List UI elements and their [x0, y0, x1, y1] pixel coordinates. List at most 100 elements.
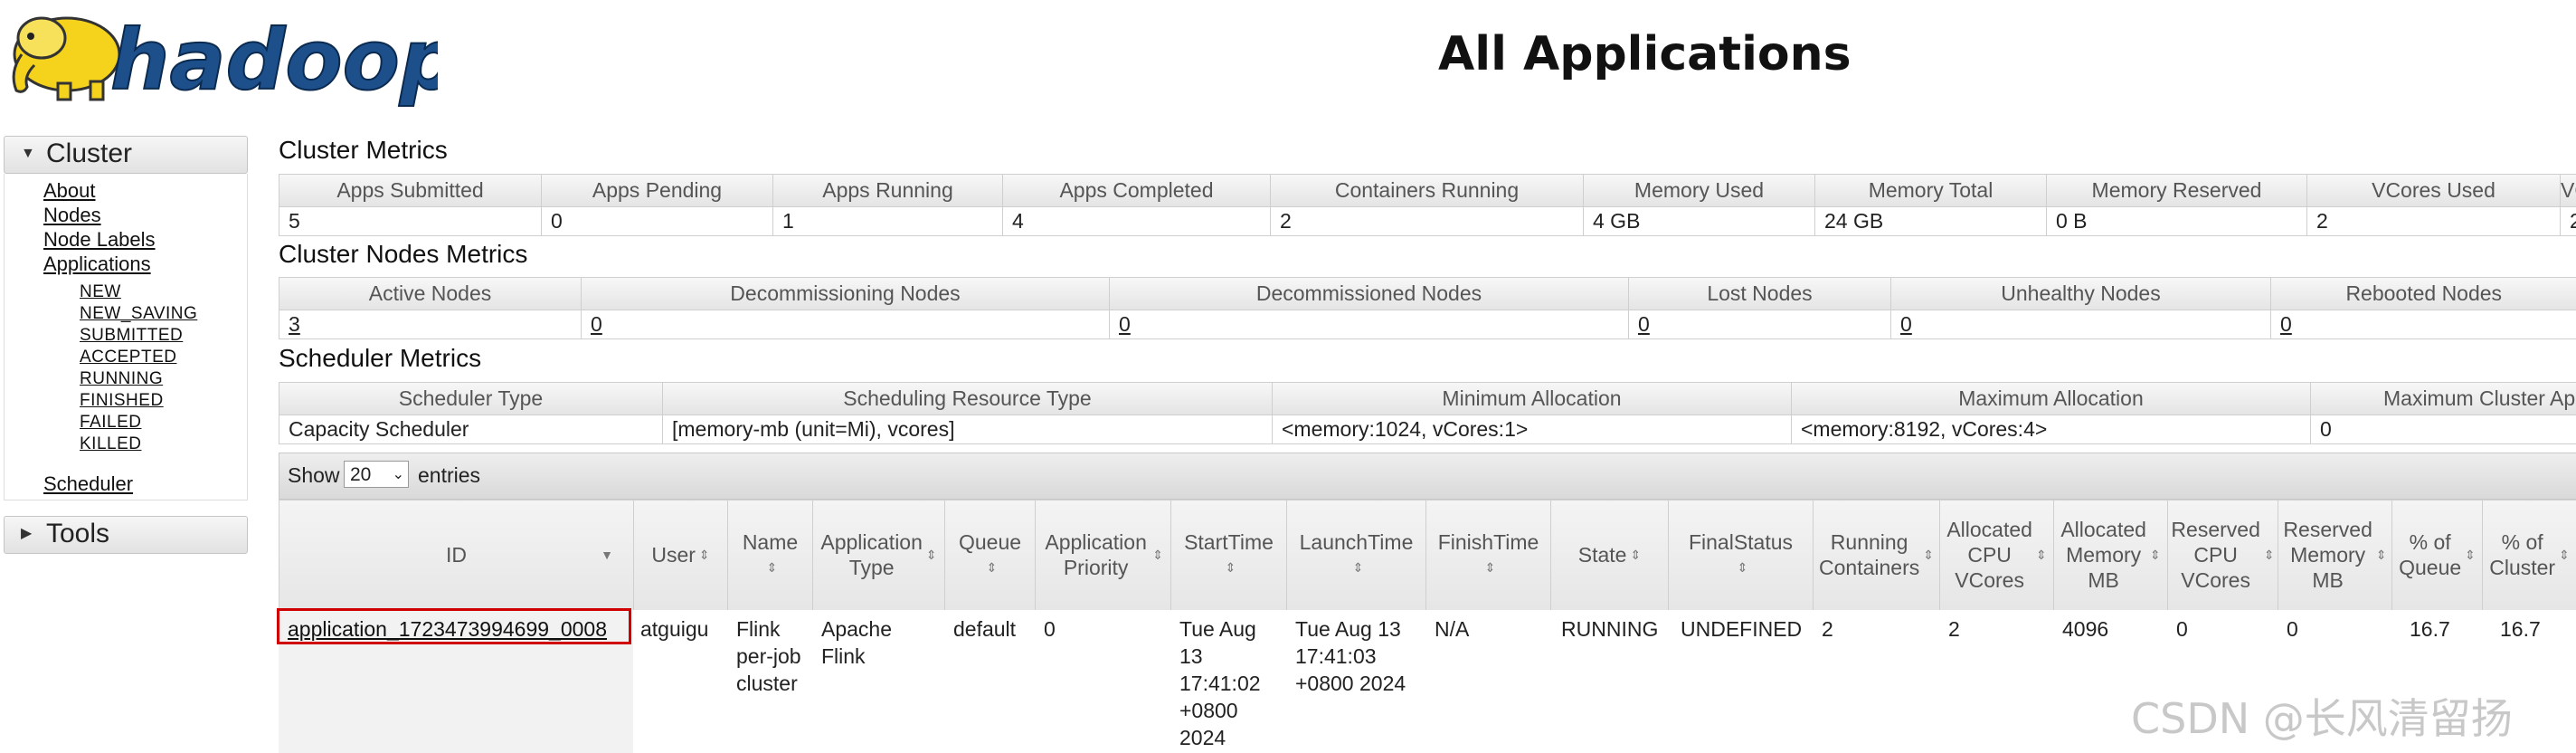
- collapsed-triangle-icon: ▶: [21, 526, 33, 541]
- scheduler-value: Capacity Scheduler: [279, 415, 663, 444]
- metric-header: VCores Used: [2306, 174, 2561, 207]
- col-header-state[interactable]: State ⇕: [1550, 500, 1668, 610]
- app-state-new[interactable]: NEW: [80, 282, 121, 302]
- cluster-metrics-title: Cluster Metrics: [279, 136, 448, 164]
- sort-icon: ⇕: [1225, 560, 1236, 575]
- node-metric-header: Unhealthy Nodes: [1890, 277, 2271, 310]
- metric-value: 4 GB: [1583, 206, 1815, 236]
- col-header-app-type[interactable]: Application Type ⇕: [812, 500, 944, 610]
- cluster-metrics-table: Apps Submitted Apps Pending Apps Running…: [279, 174, 2576, 236]
- metric-header: Memory Reserved: [2046, 174, 2307, 207]
- cell-priority: 0: [1044, 617, 1056, 641]
- app-state-new-saving[interactable]: NEW_SAVING: [80, 304, 197, 324]
- metric-value: 2: [2306, 206, 2561, 236]
- cell-reserved-vcores: 0: [2176, 617, 2188, 641]
- app-state-accepted[interactable]: ACCEPTED: [80, 348, 176, 367]
- sort-icon: ⇕: [1630, 548, 1642, 562]
- col-header-reserved-memory[interactable]: Reserved Memory MB ⇕: [2278, 500, 2391, 610]
- cell-finish-time: N/A: [1435, 617, 1470, 641]
- sidebar-link-nodes[interactable]: Nodes: [43, 204, 101, 227]
- scheduler-value: <memory:1024, vCores:1>: [1272, 415, 1792, 444]
- cell-reserved-memory: 0: [2287, 617, 2298, 641]
- col-header-user[interactable]: User ⇕: [633, 500, 727, 610]
- metric-value: 4: [1002, 206, 1271, 236]
- entries-select[interactable]: 20 ⌄: [344, 461, 409, 488]
- cell-app-type: Apache Flink: [821, 617, 893, 668]
- show-label: Show: [288, 463, 340, 487]
- node-metric-header: Rebooted Nodes: [2270, 277, 2576, 310]
- tools-section-header[interactable]: ▶ Tools: [4, 516, 248, 554]
- sort-icon: ⇕: [1352, 560, 1364, 575]
- col-header-launch-time[interactable]: LaunchTime ⇕: [1286, 500, 1425, 610]
- tools-label: Tools: [46, 519, 110, 548]
- sort-icon: ⇕: [698, 548, 710, 562]
- sort-icon: ⇕: [2465, 548, 2476, 562]
- scheduler-header: Minimum Allocation: [1272, 382, 1792, 415]
- nodes-metrics-title: Cluster Nodes Metrics: [279, 240, 528, 268]
- col-header-reserved-vcores[interactable]: Reserved CPU VCores ⇕: [2167, 500, 2278, 610]
- node-metric-header: Decommissioned Nodes: [1109, 277, 1629, 310]
- node-metric-header: Lost Nodes: [1628, 277, 1891, 310]
- cell-alloc-vcores: 2: [1948, 617, 1960, 641]
- metric-header: Apps Running: [772, 174, 1003, 207]
- cell-launch-time: Tue Aug 13 17:41:03 +0800 2024: [1295, 617, 1406, 695]
- sort-icon: ⇕: [925, 548, 937, 562]
- sort-icon: ⇕: [2149, 548, 2161, 562]
- scheduler-header: Maximum Allocation: [1791, 382, 2311, 415]
- sidebar-link-about[interactable]: About: [43, 179, 96, 203]
- sidebar-link-scheduler[interactable]: Scheduler: [43, 472, 133, 496]
- cell-user: atguigu: [640, 617, 709, 641]
- col-header-pct-queue[interactable]: % of Queue ⇕: [2391, 500, 2482, 610]
- col-header-running-containers[interactable]: Running Containers ⇕: [1813, 500, 1939, 610]
- scheduler-metrics-table: Scheduler Type Scheduling Resource Type …: [279, 382, 2576, 444]
- page-title: All Applications: [1438, 27, 1852, 81]
- node-metric-header: Decommissioning Nodes: [581, 277, 1110, 310]
- cluster-section-header[interactable]: ▼ Cluster: [4, 136, 248, 174]
- nodes-metrics-table: Active Nodes Decommissioning Nodes Decom…: [279, 277, 2576, 339]
- decommissioning-nodes-link[interactable]: 0: [581, 310, 1110, 339]
- sidebar-link-applications[interactable]: Applications: [43, 253, 151, 276]
- scheduler-value: <memory:8192, vCores:4>: [1791, 415, 2311, 444]
- metric-value: 0 B: [2046, 206, 2307, 236]
- application-id-link[interactable]: application_1723473994699_0008: [288, 615, 607, 643]
- sort-icon: ⇕: [2035, 548, 2047, 562]
- col-header-finish-time[interactable]: FinishTime ⇕: [1425, 500, 1550, 610]
- rebooted-nodes-link[interactable]: 0: [2270, 310, 2576, 339]
- col-header-id[interactable]: ID ▼: [279, 500, 633, 610]
- metric-header: VCores Total: [2560, 174, 2576, 207]
- scheduler-value: 0: [2310, 415, 2576, 444]
- unhealthy-nodes-link[interactable]: 0: [1890, 310, 2271, 339]
- metric-value: 1: [772, 206, 1003, 236]
- app-state-finished[interactable]: FINISHED: [80, 391, 164, 411]
- cell-state: RUNNING: [1561, 617, 1659, 641]
- col-header-queue[interactable]: Queue ⇕: [944, 500, 1035, 610]
- app-state-running[interactable]: RUNNING: [80, 369, 163, 389]
- entries-select-value: 20: [350, 464, 372, 485]
- metric-header: Containers Running: [1270, 174, 1584, 207]
- col-header-priority[interactable]: Application Priority ⇕: [1035, 500, 1170, 610]
- col-header-alloc-vcores[interactable]: Allocated CPU VCores ⇕: [1939, 500, 2053, 610]
- col-header-pct-cluster[interactable]: % of Cluster ⇕: [2482, 500, 2576, 610]
- cell-final-status: UNDEFINED: [1681, 617, 1803, 641]
- hadoop-logo: hadoop: [12, 11, 438, 107]
- sidebar-link-node-labels[interactable]: Node Labels: [43, 228, 156, 252]
- app-state-killed[interactable]: KILLED: [80, 434, 141, 454]
- cell-name: Flink per-job cluster: [736, 617, 801, 695]
- col-header-start-time[interactable]: StartTime ⇕: [1170, 500, 1286, 610]
- metric-header: Memory Used: [1583, 174, 1815, 207]
- active-nodes-link[interactable]: 3: [279, 310, 582, 339]
- sort-icon: ⇕: [1152, 548, 1163, 562]
- metric-value: 2: [1270, 206, 1584, 236]
- col-header-alloc-memory[interactable]: Allocated Memory MB ⇕: [2053, 500, 2167, 610]
- cell-pct-queue: 16.7: [2410, 617, 2450, 641]
- metric-value: 24 GB: [1814, 206, 2047, 236]
- app-state-failed[interactable]: FAILED: [80, 413, 141, 433]
- decommissioned-nodes-link[interactable]: 0: [1109, 310, 1629, 339]
- metric-header: Apps Completed: [1002, 174, 1271, 207]
- app-state-submitted[interactable]: SUBMITTED: [80, 326, 183, 346]
- metric-header: Apps Submitted: [279, 174, 542, 207]
- cell-pct-cluster: 16.7: [2500, 617, 2541, 641]
- col-header-name[interactable]: Name ⇕: [727, 500, 812, 610]
- col-header-final-status[interactable]: FinalStatus ⇕: [1668, 500, 1813, 610]
- lost-nodes-link[interactable]: 0: [1628, 310, 1891, 339]
